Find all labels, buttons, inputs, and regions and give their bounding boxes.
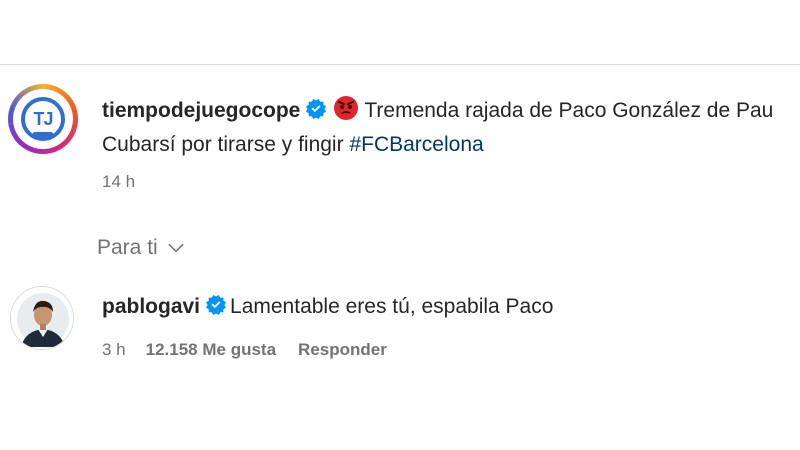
comments-panel: TJ tiempodejuegocope Tremenda rajada de P… bbox=[0, 0, 800, 450]
verified-badge-icon bbox=[306, 99, 327, 119]
comment-meta: 3 h 12.158 Me gusta Responder bbox=[102, 340, 387, 360]
post-author-username[interactable]: tiempodejuegocope bbox=[102, 99, 300, 122]
comment-body: Lamentable eres tú, espabila Paco bbox=[230, 295, 554, 318]
comment-text-line: pablogavi Lamentable eres tú, espabila Pa… bbox=[102, 290, 553, 324]
hashtag-link[interactable]: #FCBarcelona bbox=[349, 133, 483, 156]
angry-face-emoji-icon bbox=[334, 96, 359, 120]
comment-sort-dropdown[interactable]: Para ti bbox=[97, 236, 186, 260]
caption-text-block: tiempodejuegocope Tremenda rajada de Paco… bbox=[102, 94, 792, 162]
profile-photo-icon bbox=[11, 287, 73, 349]
tiempo-de-juego-logo: TJ bbox=[21, 97, 65, 141]
post-timestamp[interactable]: 14 h bbox=[102, 172, 135, 192]
commenter-avatar[interactable] bbox=[10, 286, 74, 350]
comment-timestamp[interactable]: 3 h bbox=[102, 340, 126, 360]
reply-button[interactable]: Responder bbox=[298, 340, 387, 360]
post-author-avatar[interactable]: TJ bbox=[8, 84, 78, 154]
verified-badge-icon bbox=[206, 295, 227, 315]
chevron-down-icon bbox=[168, 243, 184, 253]
top-divider bbox=[0, 64, 800, 65]
commenter-username[interactable]: pablogavi bbox=[102, 295, 200, 318]
comment-likes-link[interactable]: 12.158 Me gusta bbox=[146, 340, 276, 360]
comment-sort-label: Para ti bbox=[97, 236, 158, 259]
